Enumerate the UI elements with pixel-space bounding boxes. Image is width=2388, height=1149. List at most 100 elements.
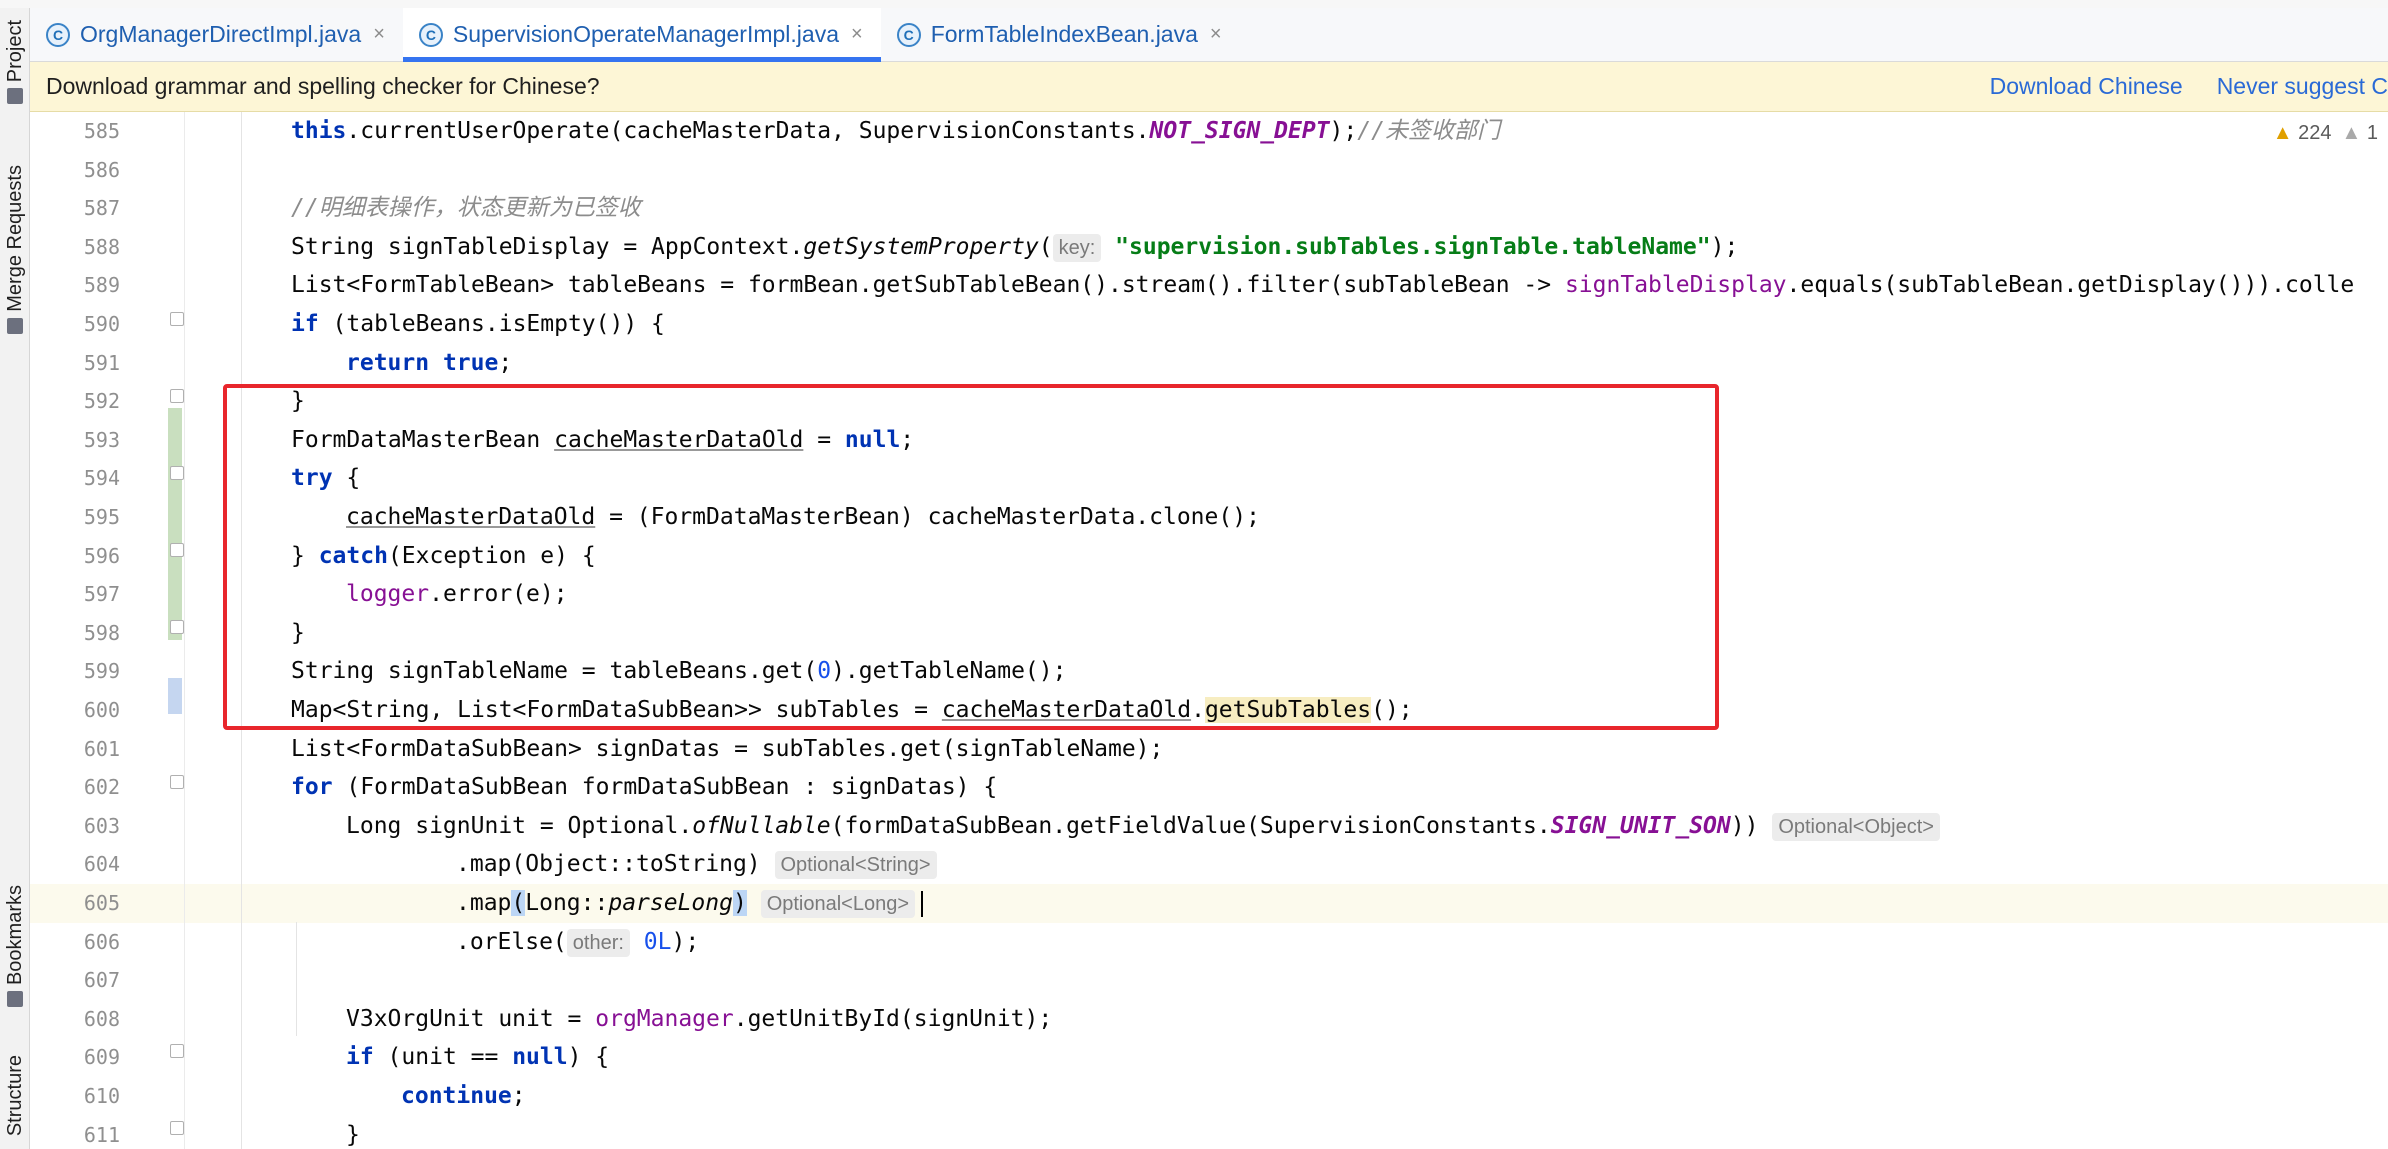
line-number: 588: [83, 234, 120, 259]
fold-toggle-icon[interactable]: [170, 1121, 184, 1135]
java-class-icon: C: [896, 22, 921, 47]
left-tool-strip: Project Merge Requests Bookmarks Structu…: [0, 0, 30, 1149]
project-tool-button[interactable]: Project: [0, 20, 30, 105]
java-class-icon: C: [418, 22, 443, 47]
banner-message: Download grammar and spelling checker fo…: [46, 73, 600, 99]
line-gutter: 585 586 587 588 589 590 591 592 593 594 …: [30, 112, 185, 1149]
code-line-601: List<FormDataSubBean> signDatas = subTab…: [291, 735, 1164, 762]
tab-org-manager-direct-impl[interactable]: C OrgManagerDirectImpl.java ×: [30, 8, 403, 61]
code-line-603: Long signUnit = Optional.ofNullable(form…: [346, 807, 1940, 846]
param-hint: other:: [566, 928, 630, 957]
project-tool-label: Project: [3, 20, 26, 83]
line-number: 590: [83, 312, 120, 336]
line-number: 595: [83, 505, 120, 529]
close-icon[interactable]: ×: [373, 23, 385, 46]
structure-tool-label: Structure: [3, 1055, 26, 1137]
line-number: 596: [83, 543, 120, 568]
fold-toggle-icon[interactable]: [170, 389, 184, 403]
line-number: 609: [83, 1045, 120, 1070]
close-icon[interactable]: ×: [851, 23, 863, 46]
code-line-589: List<FormTableBean> tableBeans = formBea…: [291, 272, 2355, 299]
vcs-modified-marker[interactable]: [168, 678, 182, 714]
code-line-611: }: [346, 1121, 360, 1148]
structure-tool-button[interactable]: Structure: [0, 1055, 30, 1136]
fold-toggle-icon[interactable]: [170, 775, 184, 789]
line-number: 593: [83, 427, 120, 452]
tab-supervision-operate-manager-impl[interactable]: C SupervisionOperateManagerImpl.java ×: [402, 8, 881, 62]
line-number: 585: [83, 119, 120, 143]
type-hint: Optional<Object>: [1772, 812, 1940, 841]
fold-toggle-icon[interactable]: [170, 466, 184, 480]
warnings-count[interactable]: ▲ 224: [2273, 122, 2332, 145]
line-number: 611: [83, 1122, 120, 1147]
line-number: 602: [83, 775, 120, 800]
code-line-592: }: [291, 388, 305, 415]
folder-icon: [7, 88, 23, 105]
code-line-595: cacheMasterDataOld = (FormDataMasterBean…: [346, 504, 1260, 530]
download-chinese-link[interactable]: Download Chinese: [1990, 73, 2183, 100]
code-area[interactable]: this.currentUserOperate(cacheMasterData,…: [185, 112, 2388, 1149]
code-line-588: String signTableDisplay = AppContext.get…: [291, 233, 1739, 262]
type-hint: Optional<Long>: [760, 890, 916, 918]
code-line-597: logger.error(e);: [346, 581, 568, 608]
code-line-598: }: [291, 619, 305, 646]
line-number: 594: [83, 466, 120, 491]
code-line-594: try {: [291, 465, 361, 492]
param-hint: key:: [1052, 233, 1102, 262]
code-line-609: if (unit == null) {: [346, 1044, 610, 1071]
line-number: 598: [83, 620, 120, 645]
line-number: 599: [83, 659, 120, 684]
merge-request-icon: [7, 317, 23, 334]
line-number: 603: [83, 813, 120, 838]
tab-label: SupervisionOperateManagerImpl.java: [452, 21, 839, 47]
code-line-604: .map(Object::toString) Optional<String>: [456, 845, 937, 884]
merge-requests-tool-button[interactable]: Merge Requests: [0, 165, 30, 334]
code-line-602: for (FormDataSubBean formDataSubBean : s…: [291, 774, 998, 801]
weak-warnings-count[interactable]: ▲ 1: [2342, 122, 2378, 145]
line-number: 597: [83, 582, 120, 607]
tab-form-table-index-bean[interactable]: C FormTableIndexBean.java ×: [881, 8, 1240, 61]
fold-toggle-icon[interactable]: [170, 1044, 184, 1058]
vcs-added-marker[interactable]: [168, 408, 182, 640]
bookmarks-tool-label: Bookmarks: [3, 885, 26, 986]
line-number: 600: [83, 698, 120, 722]
code-line-608: V3xOrgUnit unit = orgManager.getUnitById…: [346, 1005, 1053, 1032]
bookmark-icon: [7, 991, 23, 1008]
never-suggest-link[interactable]: Never suggest C: [2217, 73, 2388, 100]
line-number: 589: [83, 273, 120, 298]
line-number: 607: [83, 968, 120, 993]
fold-toggle-icon[interactable]: [170, 312, 184, 326]
line-number: 592: [83, 389, 120, 414]
code-line-587: //明细表操作，状态更新为已签收: [291, 195, 641, 222]
fold-toggle-icon[interactable]: [170, 543, 184, 557]
close-icon[interactable]: ×: [1210, 23, 1222, 46]
line-number: 587: [83, 196, 120, 221]
code-line-593: FormDataMasterBean cacheMasterDataOld = …: [291, 426, 915, 453]
inspection-widget[interactable]: ▲ 224 ▲ 1: [2273, 122, 2378, 145]
weak-warning-icon: ▲: [2341, 122, 2362, 144]
type-hint: Optional<String>: [774, 851, 937, 880]
fold-toggle-icon[interactable]: [170, 620, 184, 634]
line-number: 610: [83, 1084, 120, 1108]
bookmarks-tool-button[interactable]: Bookmarks: [0, 885, 30, 1008]
line-number: 601: [83, 736, 120, 761]
line-number: 604: [83, 852, 120, 877]
java-class-icon: C: [46, 22, 70, 47]
code-line-591: return true;: [346, 349, 513, 376]
code-line-596: } catch(Exception e) {: [291, 542, 596, 569]
code-editor[interactable]: 585 586 587 588 589 590 591 592 593 594 …: [30, 112, 2388, 1149]
code-line-606: .orElse(other: 0L);: [456, 928, 700, 957]
line-number: 606: [83, 929, 120, 954]
line-number: 591: [83, 350, 120, 375]
code-line-599: String signTableName = tableBeans.get(0)…: [291, 658, 1067, 685]
spellcheck-banner: Download grammar and spelling checker fo…: [30, 62, 2388, 112]
editor-tab-bar: C OrgManagerDirectImpl.java × C Supervis…: [30, 8, 2388, 62]
line-number: 586: [83, 157, 120, 182]
code-line-585: this.currentUserOperate(cacheMasterData,…: [291, 118, 1500, 144]
code-line-590: if (tableBeans.isEmpty()) {: [291, 311, 665, 337]
code-line-610: continue;: [401, 1083, 526, 1109]
merge-requests-tool-label: Merge Requests: [3, 165, 26, 312]
code-line-600: Map<String, List<FormDataSubBean>> subTa…: [291, 697, 1413, 723]
breadcrumb: [0, 0, 2388, 8]
text-caret: [921, 890, 924, 917]
